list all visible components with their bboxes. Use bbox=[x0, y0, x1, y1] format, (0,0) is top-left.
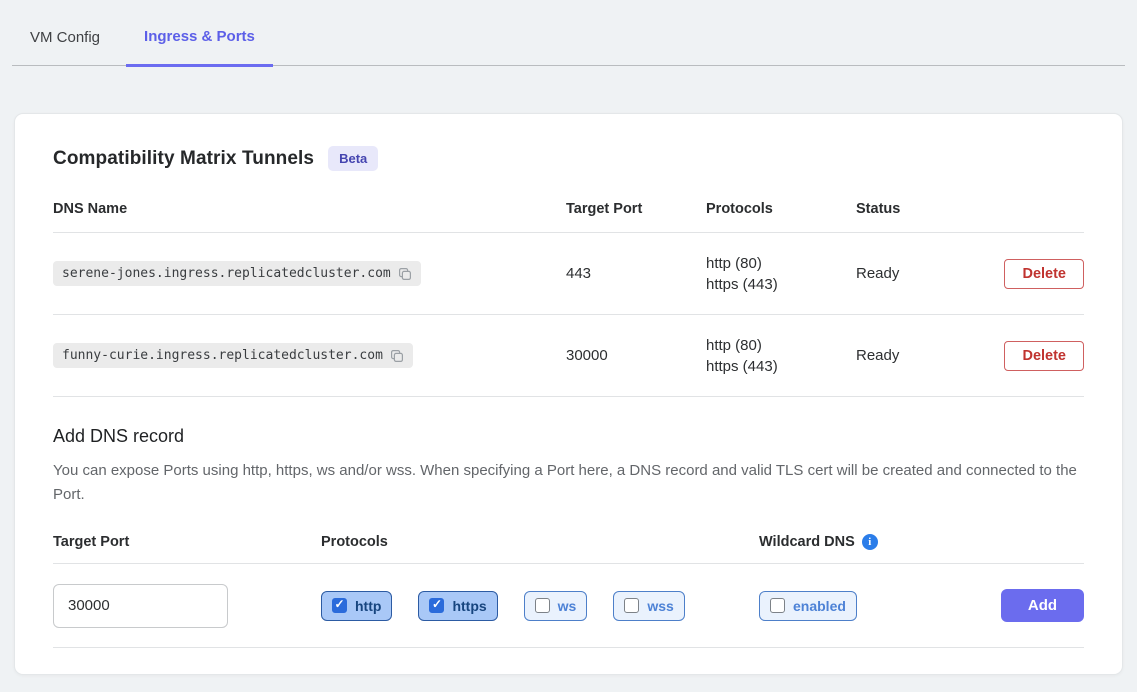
status-value: Ready bbox=[856, 347, 956, 364]
dns-name-pill: serene-jones.ingress.replicatedcluster.c… bbox=[53, 261, 421, 286]
checkbox-ws[interactable]: ws bbox=[524, 591, 588, 621]
checkbox-label: enabled bbox=[793, 598, 846, 614]
checkbox-label: wss bbox=[647, 598, 673, 614]
add-form-row: http https ws wss enabled Add bbox=[53, 564, 1084, 648]
beta-badge: Beta bbox=[328, 146, 378, 171]
info-icon[interactable]: i bbox=[862, 534, 878, 550]
card-title: Compatibility Matrix Tunnels bbox=[53, 148, 314, 170]
card-header: Compatibility Matrix Tunnels Beta bbox=[53, 146, 1084, 171]
tab-vm-config[interactable]: VM Config bbox=[12, 1, 118, 65]
tab-bar: VM Config Ingress & Ports bbox=[12, 0, 1125, 66]
target-port-value: 30000 bbox=[566, 347, 706, 364]
checkbox-http[interactable]: http bbox=[321, 591, 392, 621]
target-port-input[interactable] bbox=[53, 584, 228, 628]
add-form-header: Target Port Protocols Wildcard DNS i bbox=[53, 534, 1084, 564]
table-row: funny-curie.ingress.replicatedcluster.co… bbox=[53, 315, 1084, 397]
col-header-dns-name: DNS Name bbox=[53, 201, 566, 217]
tunnels-table-header: DNS Name Target Port Protocols Status bbox=[53, 201, 1084, 233]
add-dns-record-title: Add DNS record bbox=[53, 426, 1084, 447]
dns-name-text: funny-curie.ingress.replicatedcluster.co… bbox=[62, 348, 383, 363]
checkbox-box[interactable] bbox=[429, 598, 444, 613]
checkbox-label: https bbox=[452, 598, 486, 614]
status-value: Ready bbox=[856, 265, 956, 282]
protocol-checkbox-group: http https ws wss bbox=[321, 591, 759, 621]
protocol-line: http (80) bbox=[706, 253, 856, 274]
delete-button[interactable]: Delete bbox=[1004, 341, 1084, 371]
tab-ingress-ports[interactable]: Ingress & Ports bbox=[126, 0, 273, 67]
checkbox-label: ws bbox=[558, 598, 577, 614]
tunnels-card: Compatibility Matrix Tunnels Beta DNS Na… bbox=[14, 113, 1123, 675]
checkbox-box[interactable] bbox=[624, 598, 639, 613]
col-header-target-port: Target Port bbox=[566, 201, 706, 217]
dns-name-text: serene-jones.ingress.replicatedcluster.c… bbox=[62, 266, 391, 281]
checkbox-label: http bbox=[355, 598, 381, 614]
protocol-line: http (80) bbox=[706, 335, 856, 356]
protocol-line: https (443) bbox=[706, 356, 856, 377]
add-dns-record-description: You can expose Ports using http, https, … bbox=[53, 459, 1084, 507]
checkbox-wss[interactable]: wss bbox=[613, 591, 684, 621]
checkbox-box[interactable] bbox=[770, 598, 785, 613]
table-row: serene-jones.ingress.replicatedcluster.c… bbox=[53, 233, 1084, 315]
checkbox-box[interactable] bbox=[535, 598, 550, 613]
form-header-wildcard-dns: Wildcard DNS bbox=[759, 534, 855, 550]
dns-name-pill: funny-curie.ingress.replicatedcluster.co… bbox=[53, 343, 413, 368]
checkbox-box[interactable] bbox=[332, 598, 347, 613]
add-button[interactable]: Add bbox=[1001, 589, 1084, 622]
form-header-protocols: Protocols bbox=[321, 534, 759, 550]
col-header-status: Status bbox=[856, 201, 956, 217]
checkbox-wildcard-enabled[interactable]: enabled bbox=[759, 591, 857, 621]
col-header-protocols: Protocols bbox=[706, 201, 856, 217]
delete-button[interactable]: Delete bbox=[1004, 259, 1084, 289]
copy-icon[interactable] bbox=[390, 349, 404, 363]
protocol-line: https (443) bbox=[706, 274, 856, 295]
checkbox-https[interactable]: https bbox=[418, 591, 497, 621]
form-header-target-port: Target Port bbox=[53, 534, 321, 550]
target-port-value: 443 bbox=[566, 265, 706, 282]
copy-icon[interactable] bbox=[398, 267, 412, 281]
